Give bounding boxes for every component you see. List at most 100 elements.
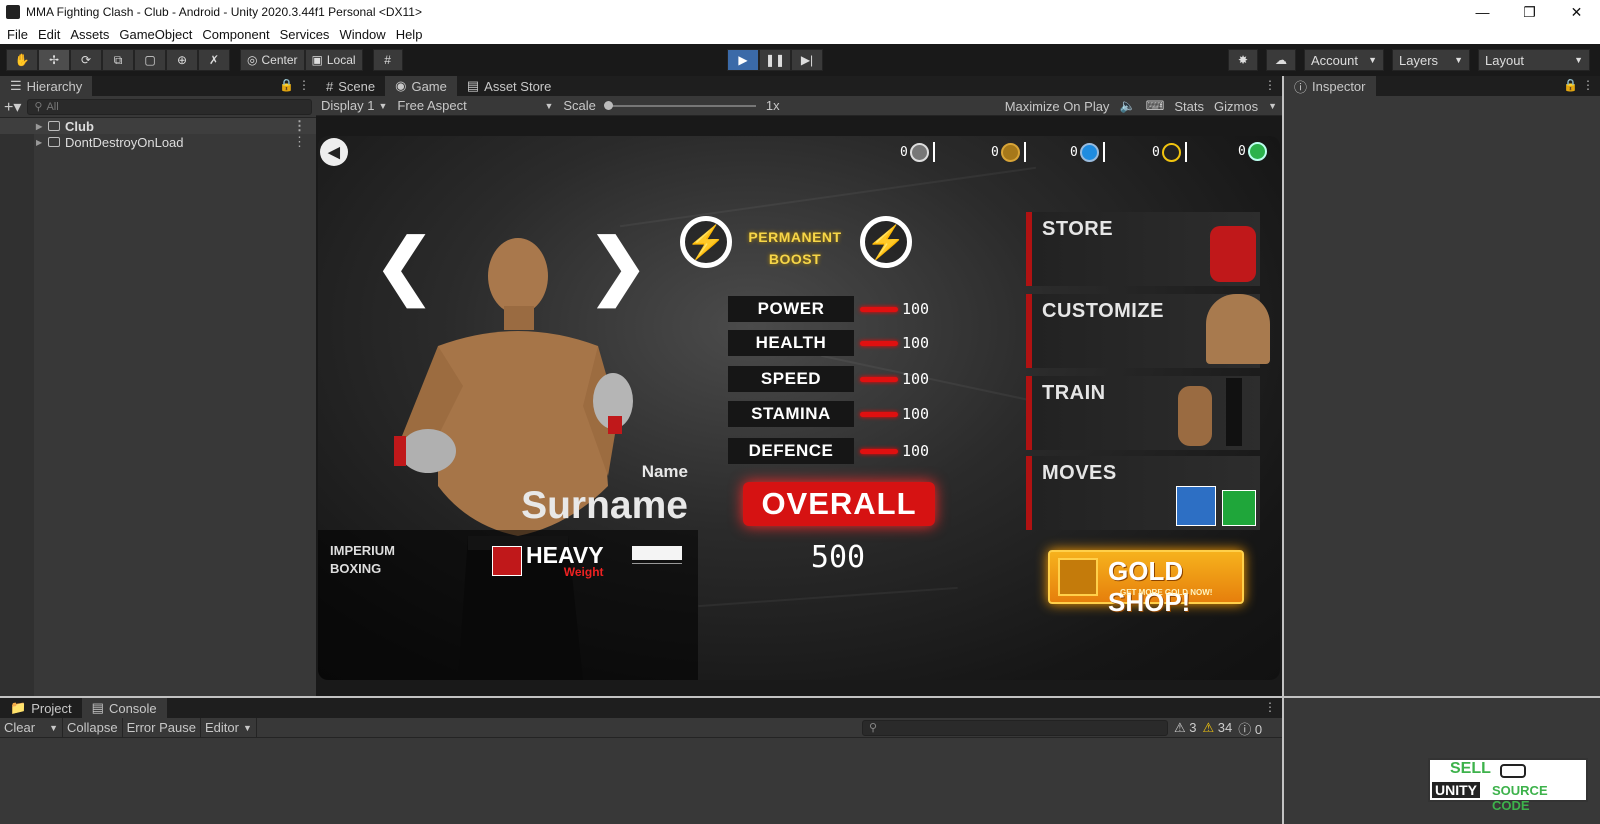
- more-icon[interactable]: ⋮: [293, 118, 306, 134]
- add-icon[interactable]: +▾: [4, 97, 21, 117]
- gizmos-dropdown[interactable]: Gizmos ▼: [1209, 99, 1282, 114]
- tab-hierarchy[interactable]: ☰ Hierarchy: [0, 76, 93, 96]
- game-viewport: ◀ 0 0 0 0 0 ❮ ❯ ⚡ ⚡ PERMANENT BOOST POWE…: [318, 136, 1280, 680]
- more-icon[interactable]: ⋮: [293, 134, 306, 150]
- aspect-dropdown[interactable]: Free Aspect ▼: [392, 98, 558, 113]
- account-dropdown[interactable]: Account ▼: [1304, 49, 1384, 71]
- move-tool-icon[interactable]: ✢: [38, 49, 70, 71]
- background-scratch: [619, 166, 1037, 228]
- stat-power: POWER 100: [728, 296, 929, 322]
- tab-console[interactable]: ▤ Console: [81, 698, 167, 718]
- transform-tool-icon[interactable]: ⊕: [166, 49, 198, 71]
- pivot-center-button[interactable]: ◎ Center: [240, 49, 305, 71]
- step-button[interactable]: ▶|: [791, 49, 823, 71]
- slider-handle[interactable]: [603, 100, 613, 110]
- tab-scene[interactable]: # Scene: [316, 76, 385, 96]
- collapse-toggle[interactable]: Collapse: [63, 717, 123, 738]
- gamepad-icon: [1500, 764, 1526, 778]
- hand-tool-icon[interactable]: ✋: [6, 49, 38, 71]
- store-label: STORE: [1042, 218, 1114, 240]
- back-button[interactable]: ◀: [320, 138, 348, 166]
- panel-menu-icon[interactable]: ⋮: [1264, 78, 1276, 92]
- permanent-boost-label[interactable]: PERMANENT BOOST: [730, 226, 860, 270]
- maximize-on-play-toggle[interactable]: Maximize On Play: [1000, 99, 1115, 114]
- error-pause-toggle[interactable]: Error Pause: [123, 717, 201, 738]
- fold-arrow-icon[interactable]: ▶: [36, 138, 42, 147]
- keyboard-icon[interactable]: ⌨: [1141, 98, 1170, 114]
- title-bar: MMA Fighting Clash - Club - Android - Un…: [0, 0, 1600, 24]
- tab-asset-store[interactable]: ▤ Asset Store: [457, 76, 562, 96]
- info-count-value: 0: [1254, 721, 1263, 737]
- menu-services[interactable]: Services: [275, 27, 335, 42]
- fighter-first-name: Name: [641, 462, 688, 481]
- panel-menu-icon[interactable]: ⋮: [298, 78, 310, 92]
- menu-edit[interactable]: Edit: [33, 27, 65, 42]
- gizmos-label: Gizmos: [1214, 98, 1259, 114]
- play-button[interactable]: ▶: [727, 49, 759, 71]
- energy-icon: [1079, 142, 1099, 162]
- currency-value: 0: [991, 144, 999, 160]
- maximize-button[interactable]: ❐: [1506, 0, 1553, 24]
- silver-coin-icon: [909, 142, 929, 162]
- pause-button[interactable]: ❚❚: [759, 49, 791, 71]
- stat-defence: DEFENCE 100: [728, 438, 929, 464]
- grid-snap-icon[interactable]: #: [372, 49, 403, 71]
- cloud-icon[interactable]: ☁: [1266, 49, 1296, 71]
- gold-shop-button[interactable]: GOLD SHOP! GET MORE GOLD NOW!: [1048, 550, 1244, 617]
- rect-tool-icon[interactable]: ▢: [134, 49, 166, 71]
- layout-dropdown[interactable]: Layout ▼: [1478, 49, 1590, 71]
- collab-icon[interactable]: ✸: [1228, 49, 1258, 71]
- minimize-button[interactable]: —: [1459, 0, 1506, 24]
- account-label: Account: [1311, 52, 1358, 68]
- menu-help[interactable]: Help: [391, 27, 428, 42]
- cash-icon: [1247, 142, 1267, 161]
- chevron-down-icon: ▼: [1268, 101, 1277, 111]
- lock-icon[interactable]: 🔒: [279, 78, 294, 92]
- train-button[interactable]: TRAIN: [1026, 376, 1260, 450]
- fold-arrow-icon[interactable]: ▶: [36, 122, 42, 131]
- scale-tool-icon[interactable]: ⧉: [102, 49, 134, 71]
- boost-line2: BOOST: [768, 251, 822, 267]
- display-dropdown[interactable]: Display 1 ▼: [316, 98, 392, 113]
- menu-window[interactable]: Window: [334, 27, 390, 42]
- menu-component[interactable]: Component: [197, 27, 274, 42]
- rotate-tool-icon[interactable]: ⟳: [70, 49, 102, 71]
- scale-slider[interactable]: [603, 100, 756, 110]
- tab-asset-store-label: Asset Store: [484, 78, 552, 94]
- divider: [1184, 142, 1187, 162]
- lock-icon[interactable]: 🔒: [1563, 78, 1578, 92]
- error-count[interactable]: ⚠ 3: [1174, 720, 1197, 736]
- mute-audio-icon[interactable]: 🔈: [1114, 98, 1140, 114]
- info-count[interactable]: ⓘ 0: [1238, 719, 1262, 738]
- tab-project[interactable]: 📁 Project: [0, 698, 82, 718]
- pivot-local-button[interactable]: ▣ Local: [304, 49, 363, 71]
- hierarchy-item-dontdestroyonload[interactable]: ▶ DontDestroyOnLoad ⋮: [0, 134, 316, 150]
- bottom-tabstrip: 📁 Project ▤ Console ⋮: [0, 698, 1282, 718]
- layers-dropdown[interactable]: Layers ▼: [1392, 49, 1470, 71]
- watermark-sell: SELL: [1450, 760, 1491, 777]
- editor-dropdown[interactable]: Editor ▼: [201, 717, 257, 738]
- panel-menu-icon[interactable]: ⋮: [1264, 700, 1276, 714]
- scale-label: Scale: [563, 98, 596, 113]
- close-button[interactable]: ✕: [1553, 0, 1600, 24]
- menu-file[interactable]: File: [2, 27, 33, 42]
- warning-count[interactable]: ⚠ 34: [1203, 720, 1233, 736]
- list-icon: ☰: [10, 78, 22, 93]
- watermark-unity: UNITY: [1432, 782, 1480, 798]
- menu-assets[interactable]: Assets: [65, 27, 114, 42]
- moves-button[interactable]: MOVES: [1026, 456, 1260, 530]
- hierarchy-item-club[interactable]: ▶ Club ⋮: [0, 118, 316, 134]
- hierarchy-search-input[interactable]: ⚲ All: [27, 98, 312, 115]
- menu-gameobject[interactable]: GameObject: [114, 27, 197, 42]
- store-button[interactable]: STORE: [1026, 212, 1260, 286]
- console-search-input[interactable]: ⚲: [862, 720, 1168, 736]
- customize-button[interactable]: CUSTOMIZE: [1026, 294, 1270, 368]
- panel-menu-icon[interactable]: ⋮: [1582, 78, 1594, 92]
- custom-tool-icon[interactable]: ✗: [198, 49, 230, 71]
- clear-button[interactable]: Clear ▼: [0, 717, 63, 738]
- currency-value: 0: [1238, 144, 1246, 159]
- stats-toggle[interactable]: Stats: [1169, 99, 1209, 114]
- tab-game[interactable]: ◉ Game: [385, 76, 457, 96]
- gold-shop-title: GOLD SHOP!: [1108, 556, 1191, 617]
- tab-inspector[interactable]: ⓘ Inspector: [1284, 76, 1376, 96]
